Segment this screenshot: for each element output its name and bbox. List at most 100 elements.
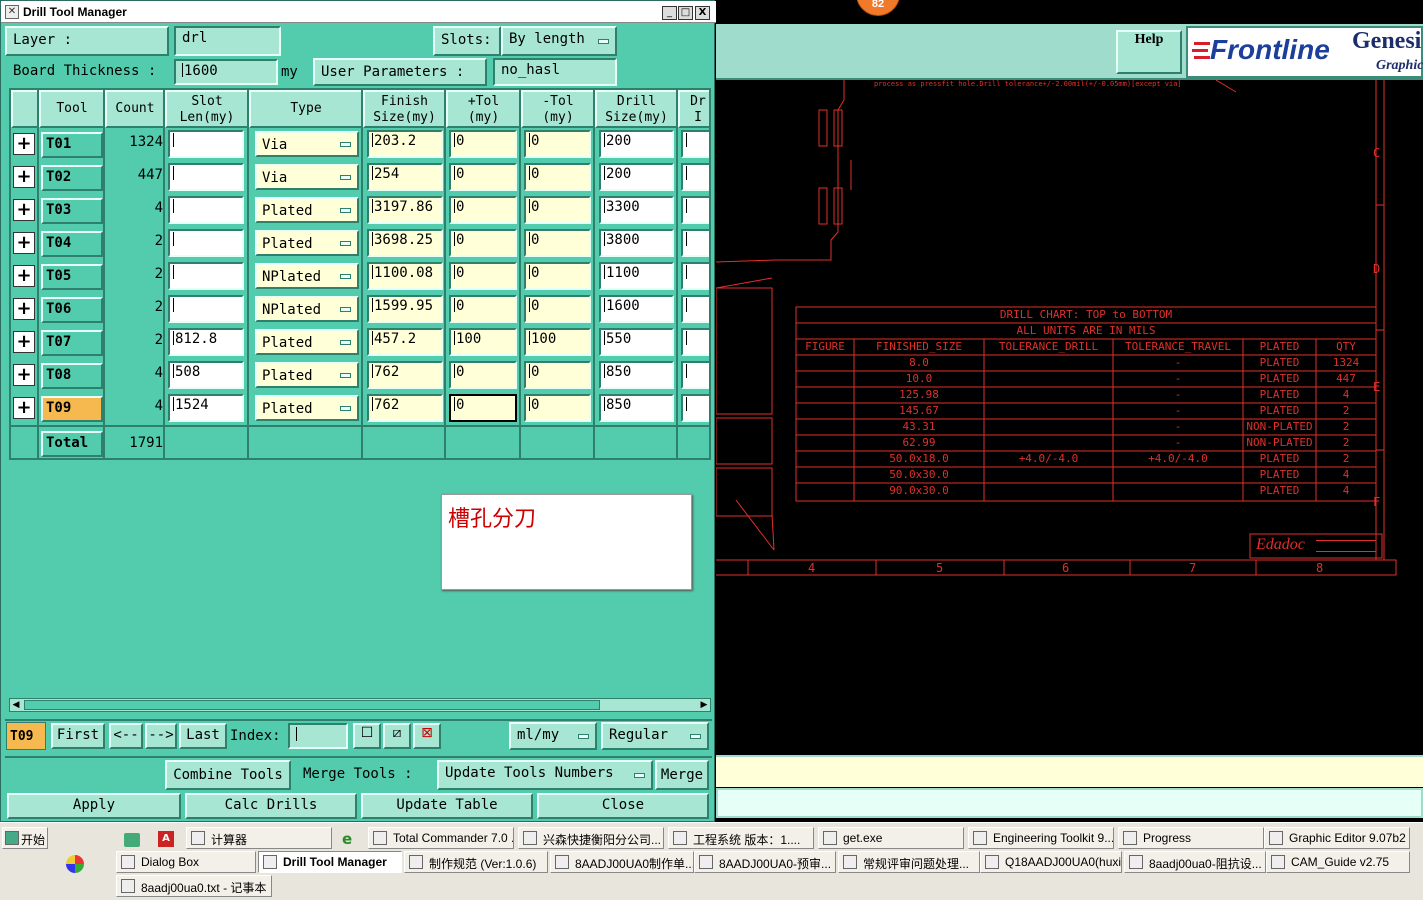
taskbar-button[interactable]: Engineering Toolkit 9.... — [968, 827, 1114, 849]
apply-button[interactable]: Apply — [7, 793, 181, 819]
type-dropdown[interactable]: Plated — [255, 395, 359, 421]
taskbar-button[interactable]: Drill Tool Manager — [258, 851, 402, 873]
expand-icon[interactable]: + — [13, 331, 35, 353]
dr-field[interactable] — [681, 394, 709, 422]
cad-command-bar[interactable] — [716, 788, 1423, 818]
taskbar-button[interactable]: Total Commander 7.0 ... — [368, 827, 514, 849]
type-dropdown[interactable]: Plated — [255, 329, 359, 355]
minus-tol-field[interactable]: 0 — [524, 394, 591, 422]
taskbar-button[interactable]: 制作规范 (Ver:1.0.6) — [404, 851, 548, 873]
quicklaunch-icon[interactable] — [66, 855, 84, 873]
type-dropdown[interactable]: NPlated — [255, 296, 359, 322]
scroll-left-arrow-icon[interactable]: ◀ — [10, 699, 22, 711]
drill-size-field[interactable]: 850 — [599, 361, 674, 389]
plus-tol-field[interactable]: 0 — [449, 295, 517, 323]
prev-button[interactable]: <-- — [109, 723, 143, 749]
drill-size-field[interactable]: 3300 — [599, 196, 674, 224]
dr-field[interactable] — [681, 262, 709, 290]
slot-len-field[interactable] — [168, 262, 244, 290]
header-drill-size[interactable]: Drill Size(my) — [595, 90, 678, 128]
header-finish-size[interactable]: Finish Size(my) — [363, 90, 446, 128]
minus-tol-field[interactable]: 0 — [524, 262, 591, 290]
header-minus-tol[interactable]: -Tol (my) — [521, 90, 595, 128]
type-dropdown[interactable]: NPlated — [255, 263, 359, 289]
board-thickness-field[interactable]: 1600 — [174, 59, 278, 85]
mode-dropdown[interactable]: Regular — [601, 722, 709, 750]
bulb-icon[interactable]: ☐ — [353, 723, 381, 749]
cad-viewer[interactable]: 82 Help Frontline Genesi Graphic process… — [716, 0, 1423, 822]
first-button[interactable]: First — [51, 723, 105, 749]
tool-button[interactable]: T05 — [41, 264, 103, 290]
index-field[interactable] — [288, 723, 348, 749]
scroll-right-arrow-icon[interactable]: ▶ — [698, 699, 710, 711]
taskbar-button[interactable]: 8aadj00ua0-阻抗设... — [1124, 851, 1266, 873]
drill-size-field[interactable]: 200 — [599, 130, 674, 158]
tool-button[interactable]: T07 — [41, 330, 103, 356]
taskbar-button[interactable]: Dialog Box — [116, 851, 256, 873]
tool-button[interactable]: T09 — [41, 396, 103, 422]
finish-size-field[interactable]: 1599.95 — [367, 295, 443, 323]
drill-size-field[interactable]: 550 — [599, 328, 674, 356]
dr-field[interactable] — [681, 295, 709, 323]
plus-tol-field[interactable]: 0 — [449, 262, 517, 290]
plus-tol-field[interactable]: 0 — [449, 163, 517, 191]
taskbar-button[interactable]: 计算器 — [186, 827, 332, 849]
taskbar-button[interactable]: get.exe — [818, 827, 964, 849]
plus-tol-field[interactable]: 0 — [449, 361, 517, 389]
type-dropdown[interactable]: Via — [255, 131, 359, 157]
tool-button[interactable]: T01 — [41, 132, 103, 158]
finish-size-field[interactable]: 457.2 — [367, 328, 443, 356]
header-plus-tol[interactable]: +Tol (my) — [446, 90, 521, 128]
merge-button[interactable]: Merge — [655, 760, 709, 790]
slot-len-field[interactable] — [168, 196, 244, 224]
minimize-button[interactable]: _ — [662, 6, 677, 20]
update-table-button[interactable]: Update Table — [361, 793, 533, 819]
units-dropdown[interactable]: ml/my — [509, 722, 597, 750]
dr-field[interactable] — [681, 361, 709, 389]
tool-button[interactable]: T06 — [41, 297, 103, 323]
expand-icon[interactable]: + — [13, 265, 35, 287]
taskbar-button[interactable]: Progress — [1118, 827, 1264, 849]
dr-field[interactable] — [681, 328, 709, 356]
slot-len-field[interactable]: 508 — [168, 361, 244, 389]
maximize-button[interactable]: □ — [678, 6, 693, 20]
header-tool[interactable]: Tool — [39, 90, 105, 128]
drill-size-field[interactable]: 1600 — [599, 295, 674, 323]
tool-button[interactable]: T04 — [41, 231, 103, 257]
plus-tol-field[interactable]: 0 — [449, 394, 517, 422]
slot-len-field[interactable]: 1524 — [168, 394, 244, 422]
finish-size-field[interactable]: 254 — [367, 163, 443, 191]
expand-icon[interactable]: + — [13, 232, 35, 254]
minus-tol-field[interactable]: 0 — [524, 295, 591, 323]
merge-option-dropdown[interactable]: Update Tools Numbers — [437, 760, 653, 790]
edit-icon[interactable]: ⧄ — [383, 723, 411, 749]
dr-field[interactable] — [681, 229, 709, 257]
user-params-field[interactable]: no_hasl — [493, 58, 617, 86]
header-slot-len[interactable]: Slot Len(my) — [165, 90, 249, 128]
dr-field[interactable] — [681, 196, 709, 224]
expand-icon[interactable]: + — [13, 133, 35, 155]
last-button[interactable]: Last — [179, 723, 227, 749]
finish-size-field[interactable]: 762 — [367, 394, 443, 422]
expand-icon[interactable]: + — [13, 199, 35, 221]
header-dr[interactable]: Dr I — [678, 90, 709, 128]
minus-tol-field[interactable]: 0 — [524, 130, 591, 158]
drill-size-field[interactable]: 850 — [599, 394, 674, 422]
taskbar-button[interactable]: CAM_Guide v2.75 — [1266, 851, 1410, 873]
taskbar-button[interactable]: Q18AADJ00UA0(huxi... — [980, 851, 1122, 873]
tool-button[interactable]: T03 — [41, 198, 103, 224]
close-dialog-button[interactable]: Close — [537, 793, 709, 819]
expand-icon[interactable]: + — [13, 166, 35, 188]
type-dropdown[interactable]: Plated — [255, 197, 359, 223]
slot-len-field[interactable] — [168, 295, 244, 323]
taskbar-button[interactable]: 8AADJ00UA0-预审... — [694, 851, 836, 873]
expand-icon[interactable]: + — [13, 298, 35, 320]
minus-tol-field[interactable]: 0 — [524, 229, 591, 257]
minus-tol-field[interactable]: 100 — [524, 328, 591, 356]
taskbar-button[interactable]: 常规评审问题处理... — [838, 851, 980, 873]
taskbar-button[interactable]: 8AADJ00UA0制作单... — [550, 851, 694, 873]
minus-tol-field[interactable]: 0 — [524, 196, 591, 224]
dr-field[interactable] — [681, 130, 709, 158]
finish-size-field[interactable]: 762 — [367, 361, 443, 389]
slot-len-field[interactable] — [168, 130, 244, 158]
